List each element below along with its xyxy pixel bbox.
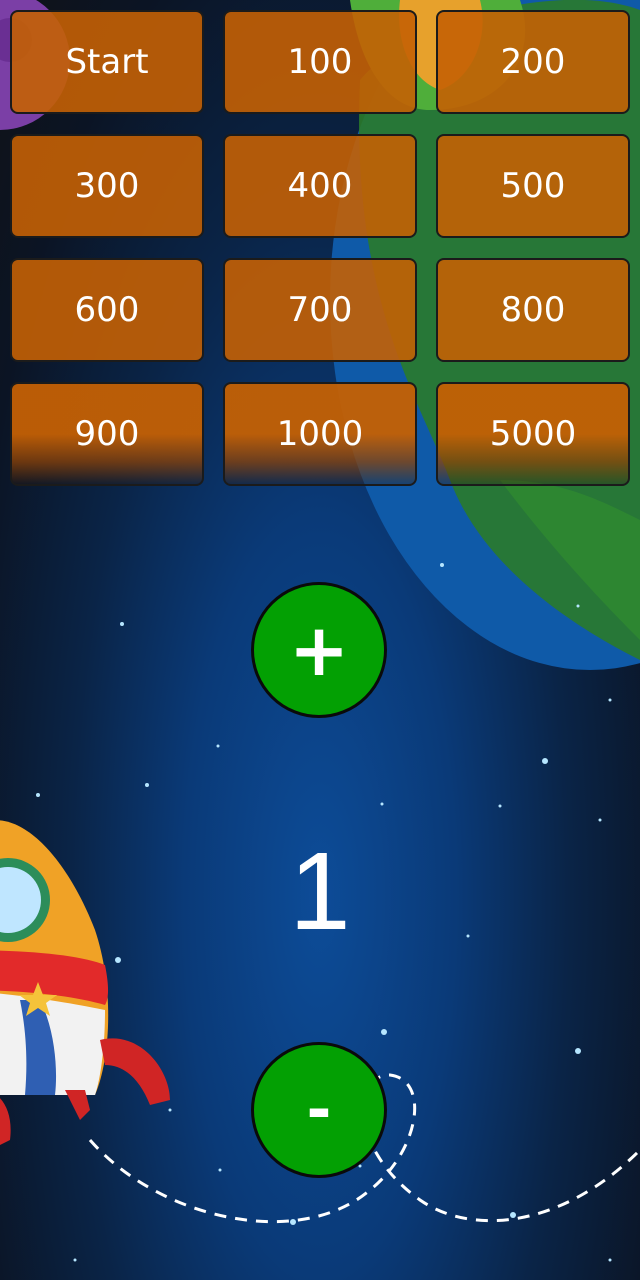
level-button-label: Start: [65, 42, 149, 82]
level-button-500[interactable]: 500: [436, 134, 630, 238]
level-button-label: 400: [287, 166, 353, 206]
level-button-label: 800: [500, 290, 566, 330]
level-button-300[interactable]: 300: [10, 134, 204, 238]
level-button-label: 600: [74, 290, 140, 330]
level-button-5000[interactable]: 5000: [436, 382, 630, 486]
level-button-700[interactable]: 700: [223, 258, 417, 362]
level-button-label: 300: [74, 166, 140, 206]
counter-value: 1: [289, 830, 351, 953]
minus-icon: -: [306, 1075, 332, 1145]
level-button-900[interactable]: 900: [10, 382, 204, 486]
rocket-illustration: [0, 820, 170, 1145]
level-grid: Start 100 200 300 400 500 600 700 800 90…: [10, 10, 630, 486]
level-button-100[interactable]: 100: [223, 10, 417, 114]
level-button-200[interactable]: 200: [436, 10, 630, 114]
plus-icon: +: [288, 608, 350, 692]
level-button-start[interactable]: Start: [10, 10, 204, 114]
decrement-button[interactable]: -: [251, 1042, 387, 1178]
level-button-label: 900: [74, 414, 140, 454]
level-button-label: 5000: [489, 414, 577, 454]
level-button-label: 700: [287, 290, 353, 330]
level-button-800[interactable]: 800: [436, 258, 630, 362]
level-button-label: 1000: [276, 414, 364, 454]
level-button-label: 500: [500, 166, 566, 206]
level-button-600[interactable]: 600: [10, 258, 204, 362]
level-button-400[interactable]: 400: [223, 134, 417, 238]
level-button-1000[interactable]: 1000: [223, 382, 417, 486]
level-button-label: 100: [287, 42, 353, 82]
level-button-label: 200: [500, 42, 566, 82]
increment-button[interactable]: +: [251, 582, 387, 718]
